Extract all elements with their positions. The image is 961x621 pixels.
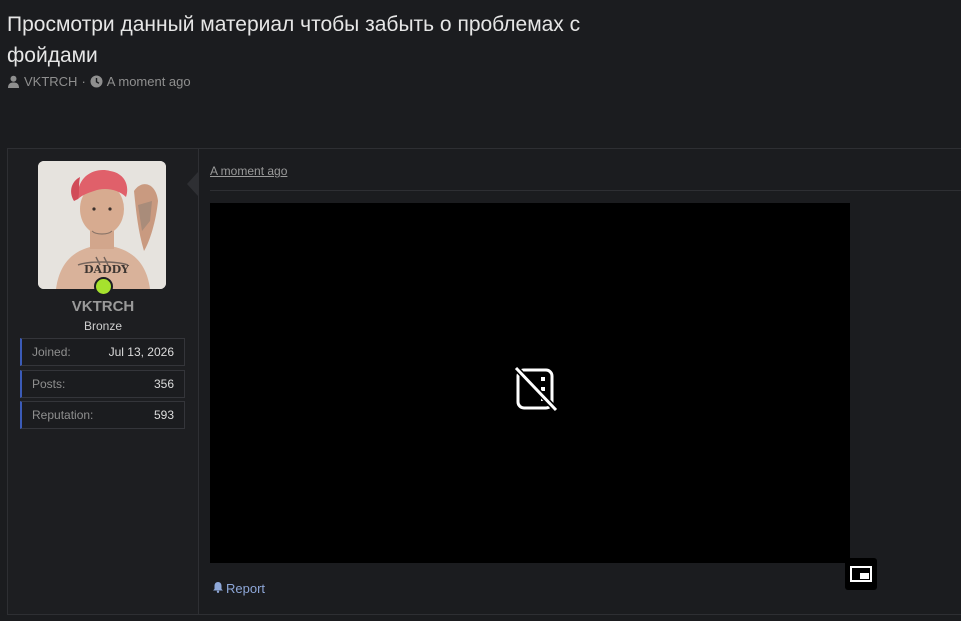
stat-label: Posts: xyxy=(32,377,66,391)
report-label: Report xyxy=(226,581,266,596)
post-arrow xyxy=(187,172,198,196)
stat-value: 356 xyxy=(153,377,174,391)
post: DADDY VKTRCH Bronze Joined: Jul 13, 2026… xyxy=(7,148,961,615)
report-link[interactable]: Report xyxy=(212,581,265,596)
user-sidebar: DADDY VKTRCH Bronze Joined: Jul 13, 2026… xyxy=(8,149,199,614)
stat-posts: Posts: 356 xyxy=(20,370,185,398)
online-status-dot xyxy=(94,277,113,296)
no-media-icon xyxy=(512,364,560,418)
avatar[interactable]: DADDY xyxy=(38,161,166,289)
post-username[interactable]: VKTRCH xyxy=(8,298,198,315)
svg-text:DADDY: DADDY xyxy=(84,263,129,276)
stat-value: Jul 13, 2026 xyxy=(108,345,174,359)
stat-joined: Joined: Jul 13, 2026 xyxy=(20,338,185,366)
stat-label: Reputation: xyxy=(32,408,94,422)
divider xyxy=(210,190,961,191)
meta-separator: · xyxy=(81,74,86,89)
video-player[interactable] xyxy=(210,203,850,563)
thread-time-link[interactable]: A moment ago xyxy=(107,74,191,89)
post-date-link[interactable]: A moment ago xyxy=(210,164,287,178)
stat-value: 593 xyxy=(153,408,174,422)
thread-author-link[interactable]: VKTRCH xyxy=(24,74,77,89)
picture-in-picture-icon[interactable] xyxy=(845,558,877,590)
user-rank: Bronze xyxy=(83,319,123,333)
user-icon xyxy=(7,75,20,88)
stat-reputation: Reputation: 593 xyxy=(20,401,185,429)
clock-icon xyxy=(90,75,103,88)
stat-label: Joined: xyxy=(32,345,71,359)
thread-meta: VKTRCH · A moment ago xyxy=(7,74,191,89)
bell-icon xyxy=(212,581,224,596)
thread-title: Просмотри данный материал чтобы забыть о… xyxy=(7,13,581,67)
